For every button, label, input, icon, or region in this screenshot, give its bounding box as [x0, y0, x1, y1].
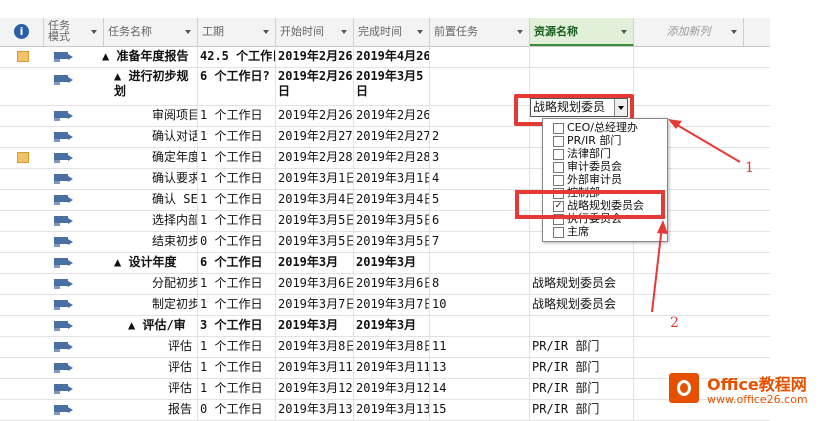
office-logo-icon: [669, 373, 699, 403]
annotation-label-1: 1: [745, 160, 754, 176]
arrow-1-line: [671, 121, 741, 163]
annotation-arrows: [651, 119, 741, 313]
watermark: Office教程网 www.office26.com: [663, 367, 829, 419]
watermark-title: Office教程网: [707, 375, 807, 394]
annotation-label-2: 2: [670, 315, 679, 331]
arrow-2-head: [657, 220, 668, 234]
arrow-2-line: [651, 225, 663, 313]
watermark-url: www.office26.com: [707, 393, 808, 406]
